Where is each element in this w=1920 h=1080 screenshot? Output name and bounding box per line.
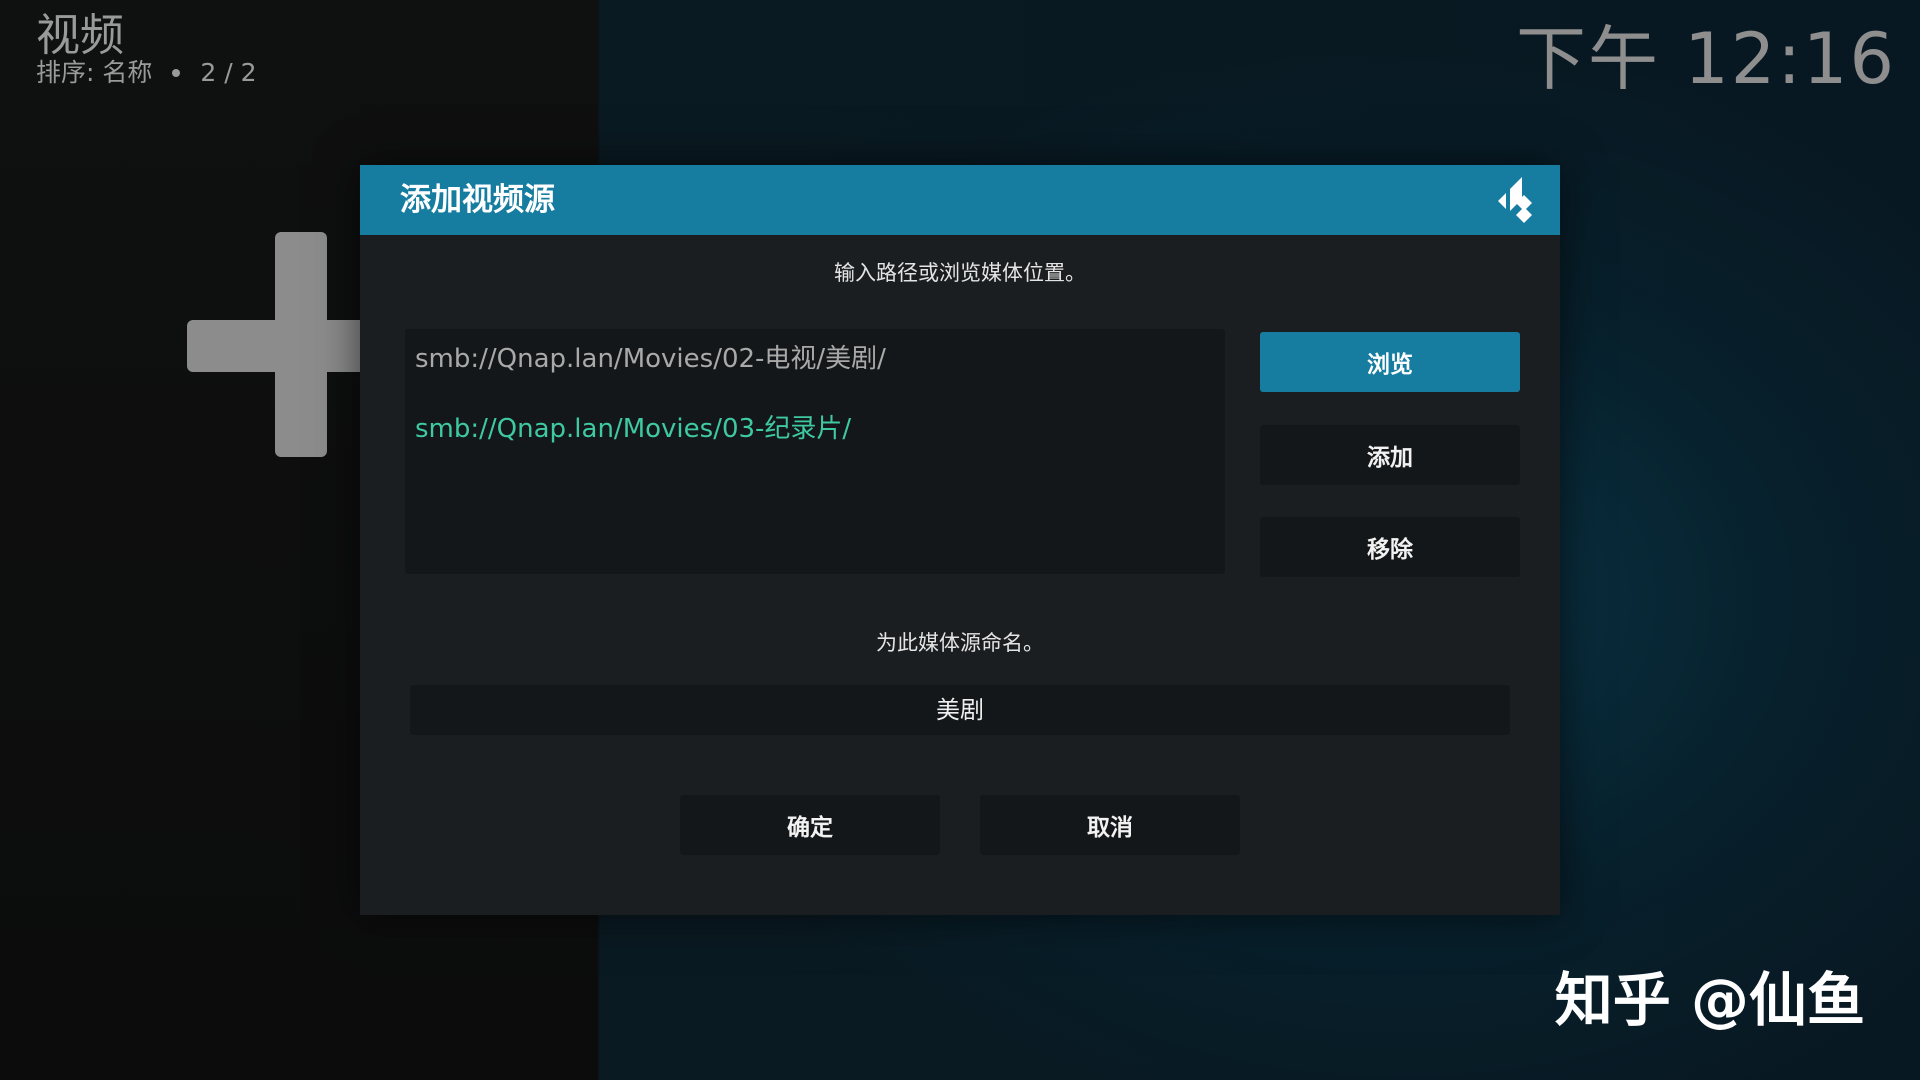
browse-button[interactable]: 浏览 [1260,332,1520,392]
source-name-field[interactable]: 美剧 [410,685,1510,735]
plus-icon [187,232,367,457]
path-list[interactable]: smb://Qnap.lan/Movies/02-电视/美剧/ smb://Qn… [405,329,1225,574]
dialog-title: 添加视频源 [400,182,555,218]
ok-button[interactable]: 确定 [680,795,940,855]
clock: 下午 12:16 [1516,18,1896,100]
add-video-source-dialog: 添加视频源 输入路径或浏览媒体位置。 smb://Qnap.lan/Movies… [360,165,1560,915]
path-item-selected[interactable]: smb://Qnap.lan/Movies/03-纪录片/ [415,411,851,447]
watermark: 知乎 @仙鱼 [1554,966,1865,1034]
name-instruction: 为此媒体源命名。 [876,631,1044,655]
add-button[interactable]: 添加 [1260,425,1520,485]
kodi-logo-icon [1498,177,1532,223]
remove-button[interactable]: 移除 [1260,517,1520,577]
page-count: 2 / 2 [200,58,257,87]
dialog-header: 添加视频源 [360,165,1560,235]
path-item[interactable]: smb://Qnap.lan/Movies/02-电视/美剧/ [415,341,886,377]
cancel-button[interactable]: 取消 [980,795,1240,855]
separator-dot [172,69,181,77]
path-instruction: 输入路径或浏览媒体位置。 [834,261,1086,285]
sort-label: 排序: 名称 [36,58,153,87]
sort-status: 排序: 名称 2 / 2 [36,56,257,90]
